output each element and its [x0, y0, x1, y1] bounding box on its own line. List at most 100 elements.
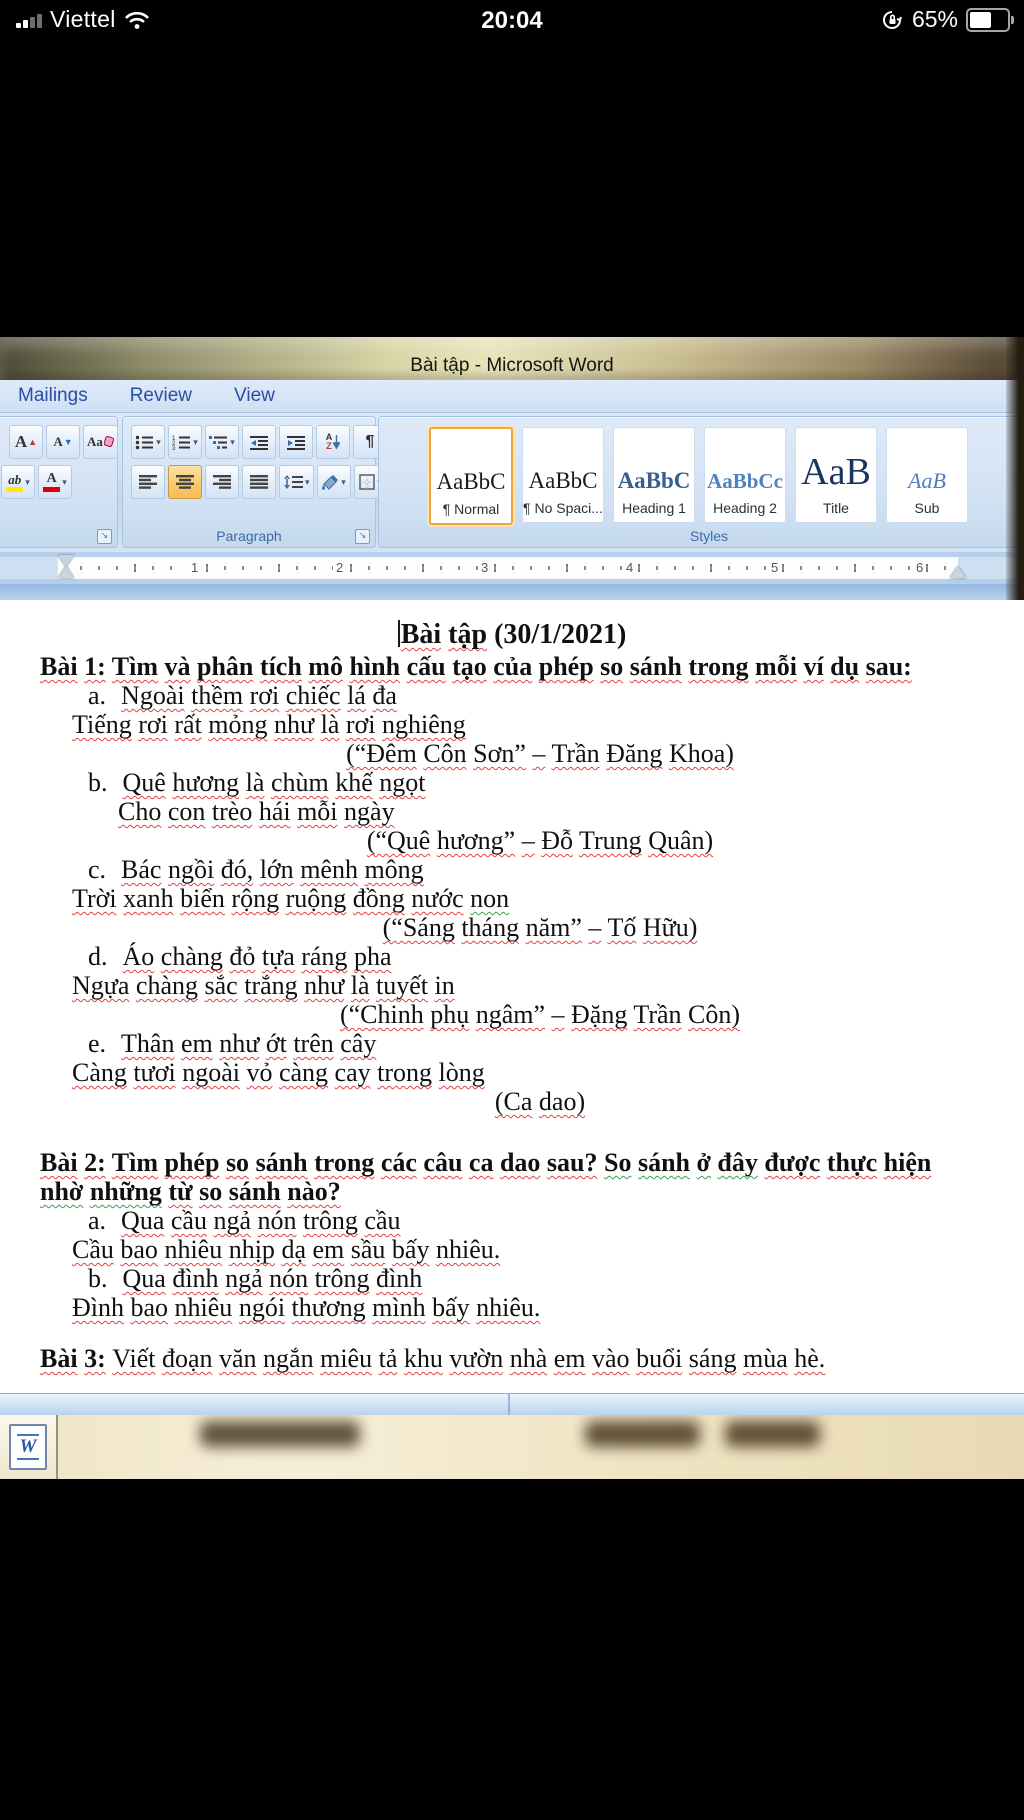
font-group: A ▲ A ▼ Aa ab ▾ A ▾ ↘ — [0, 416, 118, 548]
window-title: Bài tập - Microsoft Word — [410, 355, 614, 376]
align-center-button[interactable] — [168, 465, 202, 499]
document-line: Đình bao nhiêu ngói thương mình bấy nhiê… — [72, 1293, 541, 1322]
font-dialog-launcher[interactable]: ↘ — [97, 529, 112, 544]
ruler-number: 4 — [623, 560, 637, 576]
ruler-number: 6 — [913, 560, 927, 576]
ribbon-tab-row: Mailings Review View — [0, 380, 1024, 413]
style-preview: AaB — [908, 468, 946, 493]
document-line: a. Qua cầu ngả nón trông cầu — [88, 1206, 401, 1235]
styles-group-label: Styles — [689, 528, 729, 544]
document-line: c. Bác ngồi đó, lớn mênh mông — [88, 855, 424, 884]
document-line: Ngựa chàng sắc trắng như là tuyết in — [72, 971, 455, 1000]
document-line: Tiếng rơi rất mỏng như là rơi nghiêng — [72, 710, 466, 739]
document-line: (“Quê hương” – Đỗ Trung Quân) — [366, 826, 714, 855]
document-line: Bài tập (30/1/2021) — [0, 618, 1024, 652]
shading-button[interactable]: ▾ — [316, 465, 351, 499]
word-document-icon: W — [9, 1424, 47, 1470]
document-line: (“Đêm Côn Sơn” – Trần Đăng Khoa) — [346, 739, 734, 768]
tab-review[interactable]: Review — [130, 385, 192, 407]
text-highlight-button[interactable]: ab ▾ — [1, 465, 35, 499]
font-color-button[interactable]: A ▾ — [38, 465, 72, 499]
document-line: Càng tươi ngoài vỏ càng cay trong lòng — [72, 1058, 485, 1087]
right-indent-marker[interactable] — [950, 566, 966, 578]
style-card-sub[interactable]: AaB Sub — [886, 427, 968, 523]
ribbon: A ▲ A ▼ Aa ab ▾ A ▾ ↘ ▾ 1 2 3 ▾ ▾ A Z ¶ … — [0, 413, 1024, 553]
document-line: nhờ những từ so sánh nào? — [40, 1177, 341, 1206]
orientation-lock-icon — [882, 10, 902, 29]
hanging-indent-marker[interactable] — [58, 566, 74, 578]
style-label: Sub — [914, 500, 940, 516]
battery-icon — [966, 7, 1014, 32]
styles-group: AaBbC ¶ Normal AaBbC ¶ No Spaci... AaBbC Head… — [378, 416, 1024, 548]
scrollbar-split — [508, 1394, 510, 1416]
battery-percent-label: 65% — [911, 6, 958, 32]
style-label: Heading 1 — [622, 500, 686, 516]
clock: 20:04 — [481, 7, 543, 34]
svg-text:3: 3 — [172, 446, 176, 450]
bullets-button[interactable]: ▾ — [131, 425, 165, 459]
document-line: b. Quê hương là chùm khế ngọt — [88, 768, 426, 797]
bottom-strip: W — [0, 1415, 1024, 1479]
numbering-button[interactable]: 123 ▾ — [168, 425, 202, 459]
style-preview: AaB — [801, 451, 871, 493]
document-line: (“Sáng tháng năm” – Tố Hữu) — [382, 913, 698, 942]
ios-status-bar: Viettel 20:04 65% — [0, 0, 1024, 44]
word-title-bar: Bài tập - Microsoft Word — [0, 337, 1024, 380]
decrease-indent-button[interactable] — [242, 425, 276, 459]
document-line: Trời xanh biển rộng ruộng đồng nước non — [72, 884, 510, 913]
style-card-normal[interactable]: AaBbC ¶ Normal — [429, 427, 513, 525]
style-label: ¶ Normal — [442, 501, 500, 517]
style-card-title[interactable]: AaB Title — [795, 427, 877, 523]
style-card-heading-1[interactable]: AaBbC Heading 1 — [613, 427, 695, 523]
style-label: ¶ No Spaci... — [523, 500, 603, 516]
shrink-font-button[interactable]: A ▼ — [46, 425, 80, 459]
style-card-no-spaci[interactable]: AaBbC ¶ No Spaci... — [522, 427, 604, 523]
paragraph-dialog-launcher[interactable]: ↘ — [355, 529, 370, 544]
tab-mailings[interactable]: Mailings — [18, 385, 88, 407]
eraser-icon — [103, 435, 114, 447]
phone-screen: Viettel 20:04 65% Bài tập - Microsoft Wo… — [0, 0, 1024, 1820]
sort-button[interactable]: AZ — [316, 425, 350, 459]
style-card-heading-2[interactable]: AaBbCc Heading 2 — [704, 427, 786, 523]
horizontal-ruler[interactable]: 1 2 3 4 5 6 — [0, 555, 1024, 579]
paragraph-group-label: Paragraph — [216, 528, 282, 544]
style-label: Heading 2 — [713, 500, 777, 516]
style-preview: AaBbC — [436, 469, 506, 494]
document-line: Cầu bao nhiêu nhịp dạ em sầu bấy nhiêu. — [72, 1235, 501, 1264]
change-case-button[interactable]: Aa — [83, 425, 118, 459]
ruler-number: 1 — [188, 560, 202, 576]
style-preview: AaBbC — [528, 468, 598, 493]
multilevel-list-button[interactable]: ▾ — [205, 425, 239, 459]
align-right-button[interactable] — [205, 465, 239, 499]
document-line: (Ca dao) — [494, 1087, 586, 1116]
ruler-number: 5 — [768, 560, 782, 576]
justify-button[interactable] — [242, 465, 276, 499]
video-dark-edge — [1006, 337, 1024, 600]
document-line: b. Qua đình ngả nón trông đình — [88, 1264, 423, 1293]
ruler-row: 1 2 3 4 5 6 — [0, 552, 1024, 584]
line-spacing-button[interactable]: ▾ — [279, 465, 314, 499]
ruler-number: 3 — [478, 560, 492, 576]
horizontal-scrollbar[interactable] — [0, 1393, 1024, 1416]
align-left-button[interactable] — [131, 465, 165, 499]
increase-indent-button[interactable] — [279, 425, 313, 459]
document-line: a. Ngoài thềm rơi chiếc lá đa — [88, 681, 397, 710]
text-cursor — [397, 620, 400, 647]
grow-font-button[interactable]: A ▲ — [9, 425, 43, 459]
word-document-icon-panel[interactable]: W — [0, 1415, 58, 1479]
document-line: Bài 3: Viết đoạn văn ngắn miêu tả khu vư… — [40, 1344, 826, 1373]
document-page[interactable]: Bài tập (30/1/2021) Bài 1: Tìm và phân tí… — [0, 600, 1024, 1393]
document-line: d. Áo chàng đỏ tựa ráng pha — [88, 942, 392, 971]
document-line: Bài 2: Tìm phép so sánh trong các câu ca… — [40, 1148, 932, 1177]
document-line: Bài 1: Tìm và phân tích mô hình cấu tạo … — [40, 652, 912, 681]
ruler-document-gap — [0, 584, 1024, 600]
paragraph-group: ▾ 123 ▾ ▾ AZ ¶ ▾ ▾ Paragraph ↘ — [122, 416, 388, 548]
document-line: e. Thân em như ớt trên cây — [88, 1029, 377, 1058]
document-line: Cho con trèo hái mỗi ngày — [118, 797, 395, 826]
tab-view[interactable]: View — [234, 385, 275, 407]
ruler-number: 2 — [333, 560, 347, 576]
style-preview: AaBbC — [617, 468, 691, 493]
document-line: (“Chinh phụ ngâm” – Đặng Trần Côn) — [339, 1000, 741, 1029]
